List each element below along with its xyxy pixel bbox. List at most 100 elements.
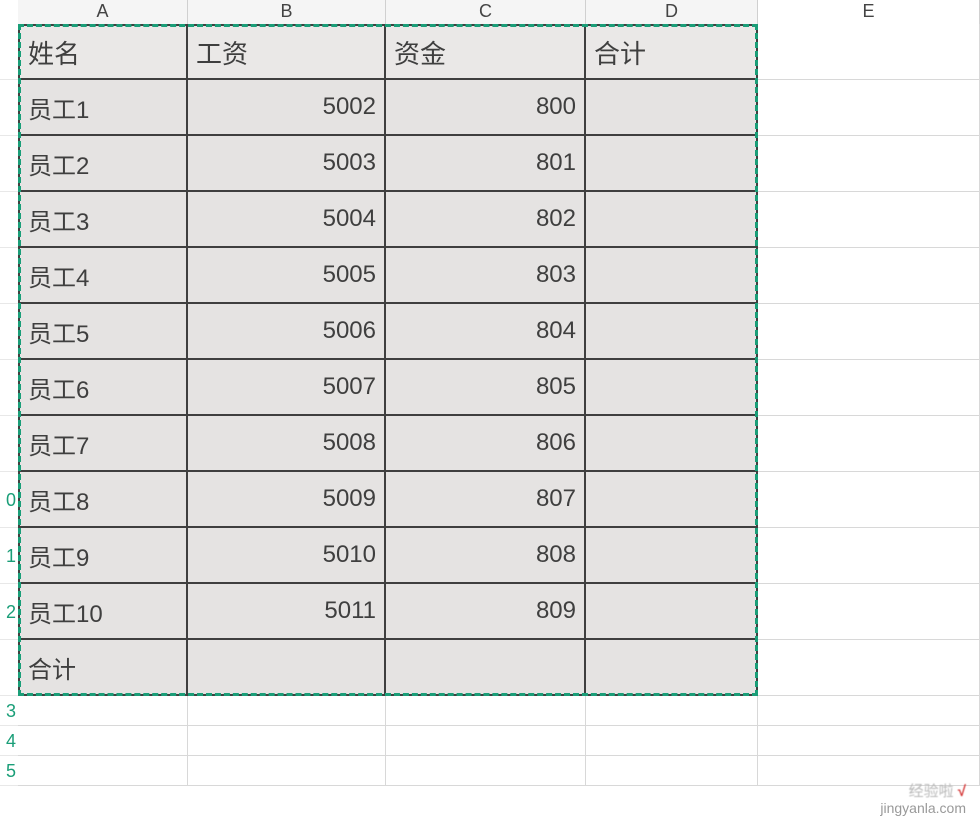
cell-total[interactable]: [586, 360, 758, 416]
table-header-row: 姓名 工资 资金 合计: [18, 24, 980, 80]
cell-bonus[interactable]: 802: [386, 192, 586, 248]
cell[interactable]: [386, 726, 586, 756]
cell-name[interactable]: 员工10: [18, 584, 188, 640]
row-header[interactable]: [0, 24, 18, 80]
cell-name[interactable]: 员工4: [18, 248, 188, 304]
footer-total[interactable]: [586, 640, 758, 696]
cell-name[interactable]: 员工1: [18, 80, 188, 136]
cell-name[interactable]: 员工6: [18, 360, 188, 416]
cell-total[interactable]: [586, 192, 758, 248]
cell[interactable]: [758, 304, 980, 360]
col-header-d[interactable]: D: [586, 0, 758, 24]
cell-salary[interactable]: 5002: [188, 80, 386, 136]
cell[interactable]: [758, 192, 980, 248]
header-total[interactable]: 合计: [586, 24, 758, 80]
cell-salary[interactable]: 5008: [188, 416, 386, 472]
cell-bonus[interactable]: 808: [386, 528, 586, 584]
grid: 姓名 工资 资金 合计 员工1 5002 800 员工2 5003 801 员工…: [18, 24, 980, 818]
cell-name[interactable]: 员工5: [18, 304, 188, 360]
cell[interactable]: [18, 756, 188, 786]
col-header-c[interactable]: C: [386, 0, 586, 24]
cell-salary[interactable]: 5005: [188, 248, 386, 304]
row-header[interactable]: 2: [0, 584, 18, 640]
cell[interactable]: [758, 80, 980, 136]
footer-name[interactable]: 合计: [18, 640, 188, 696]
cell-salary[interactable]: 5006: [188, 304, 386, 360]
cell[interactable]: [188, 756, 386, 786]
cell[interactable]: [758, 416, 980, 472]
cell-total[interactable]: [586, 304, 758, 360]
cell[interactable]: [758, 528, 980, 584]
cell-bonus[interactable]: 809: [386, 584, 586, 640]
col-header-e[interactable]: E: [758, 0, 980, 24]
cell[interactable]: [386, 756, 586, 786]
cell-bonus[interactable]: 807: [386, 472, 586, 528]
cell[interactable]: [758, 472, 980, 528]
cell[interactable]: [586, 756, 758, 786]
cell[interactable]: [188, 696, 386, 726]
cell-total[interactable]: [586, 584, 758, 640]
row-header[interactable]: [0, 192, 18, 248]
row-header[interactable]: [0, 360, 18, 416]
cell-salary[interactable]: 5010: [188, 528, 386, 584]
cell-bonus[interactable]: 804: [386, 304, 586, 360]
row-headers: 0 1 2 3 4 5: [0, 24, 18, 786]
cell-total[interactable]: [586, 472, 758, 528]
empty-row: [18, 756, 980, 786]
cell[interactable]: [758, 584, 980, 640]
cell-total[interactable]: [586, 80, 758, 136]
column-headers: A B C D E: [18, 0, 980, 24]
cell-bonus[interactable]: 806: [386, 416, 586, 472]
cell[interactable]: [758, 24, 980, 80]
row-header[interactable]: 4: [0, 726, 18, 756]
footer-bonus[interactable]: [386, 640, 586, 696]
cell-total[interactable]: [586, 248, 758, 304]
row-header[interactable]: 3: [0, 696, 18, 726]
cell-bonus[interactable]: 805: [386, 360, 586, 416]
cell-name[interactable]: 员工7: [18, 416, 188, 472]
cell[interactable]: [18, 696, 188, 726]
cell[interactable]: [758, 756, 980, 786]
cell[interactable]: [386, 696, 586, 726]
cell-total[interactable]: [586, 416, 758, 472]
footer-salary[interactable]: [188, 640, 386, 696]
cell[interactable]: [18, 726, 188, 756]
cell-salary[interactable]: 5004: [188, 192, 386, 248]
cell-name[interactable]: 员工9: [18, 528, 188, 584]
header-salary[interactable]: 工资: [188, 24, 386, 80]
row-header[interactable]: [0, 640, 18, 696]
cell-bonus[interactable]: 801: [386, 136, 586, 192]
cell-name[interactable]: 员工2: [18, 136, 188, 192]
row-header[interactable]: 0: [0, 472, 18, 528]
cell-bonus[interactable]: 800: [386, 80, 586, 136]
cell-salary[interactable]: 5011: [188, 584, 386, 640]
cell-salary[interactable]: 5007: [188, 360, 386, 416]
cell-bonus[interactable]: 803: [386, 248, 586, 304]
row-header[interactable]: [0, 416, 18, 472]
cell-name[interactable]: 员工8: [18, 472, 188, 528]
cell-salary[interactable]: 5003: [188, 136, 386, 192]
cell-salary[interactable]: 5009: [188, 472, 386, 528]
cell[interactable]: [758, 696, 980, 726]
cell-total[interactable]: [586, 136, 758, 192]
cell[interactable]: [758, 726, 980, 756]
row-header[interactable]: [0, 80, 18, 136]
cell[interactable]: [758, 136, 980, 192]
cell[interactable]: [586, 726, 758, 756]
cell-total[interactable]: [586, 528, 758, 584]
header-name[interactable]: 姓名: [18, 24, 188, 80]
row-header[interactable]: 1: [0, 528, 18, 584]
cell[interactable]: [758, 360, 980, 416]
cell-name[interactable]: 员工3: [18, 192, 188, 248]
row-header[interactable]: [0, 304, 18, 360]
col-header-a[interactable]: A: [18, 0, 188, 24]
col-header-b[interactable]: B: [188, 0, 386, 24]
row-header[interactable]: [0, 136, 18, 192]
row-header[interactable]: 5: [0, 756, 18, 786]
cell[interactable]: [586, 696, 758, 726]
row-header[interactable]: [0, 248, 18, 304]
cell[interactable]: [758, 640, 980, 696]
header-bonus[interactable]: 资金: [386, 24, 586, 80]
cell[interactable]: [758, 248, 980, 304]
cell[interactable]: [188, 726, 386, 756]
